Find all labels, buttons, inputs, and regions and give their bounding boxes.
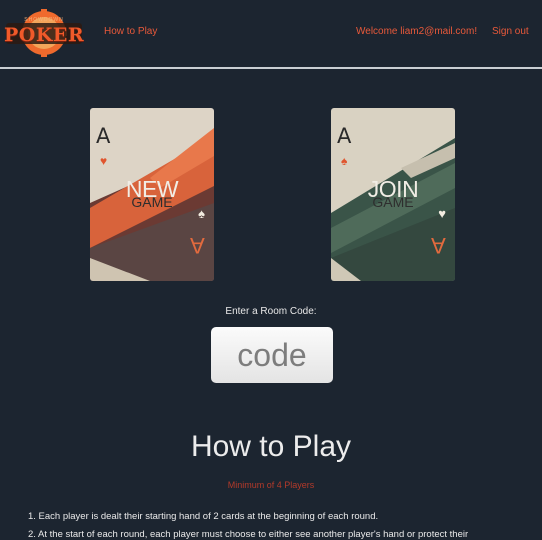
- card-rank-bottom: A: [190, 233, 205, 258]
- rule-item: 1. Each player is dealt their starting h…: [28, 511, 379, 522]
- min-players-note: Minimum of 4 Players: [227, 480, 315, 490]
- top-bar: SHOWDOWN POKER How to Play Welcome liam2…: [0, 0, 542, 66]
- new-card-subtitle: GAME: [131, 194, 173, 210]
- spade-icon: ♠: [341, 154, 348, 168]
- nav-how-to-play-link[interactable]: How to Play: [104, 26, 157, 37]
- heart-icon: ♥: [438, 206, 446, 221]
- logo-tagline: SHOWDOWN: [24, 17, 64, 23]
- welcome-user-link[interactable]: Welcome liam2@mail.com!: [356, 26, 477, 37]
- poker-logo[interactable]: SHOWDOWN POKER: [4, 8, 84, 58]
- header-divider: [0, 67, 542, 69]
- card-rank-bottom: A: [431, 233, 446, 258]
- join-game-card[interactable]: A ♠ JOIN GAME ♥ A: [331, 108, 455, 281]
- how-to-play-heading: How to Play: [190, 430, 352, 463]
- card-rank-top: A: [96, 124, 111, 148]
- join-card-subtitle: GAME: [372, 194, 414, 210]
- rule-item: 2. At the start of each round, each play…: [28, 529, 469, 540]
- sign-out-link[interactable]: Sign out: [492, 26, 529, 37]
- spade-icon: ♠: [198, 206, 205, 221]
- room-code-input[interactable]: [211, 327, 333, 383]
- heart-icon: ♥: [100, 154, 108, 168]
- page: SHOWDOWN POKER How to Play Welcome liam2…: [0, 0, 542, 540]
- card-rank-top: A: [337, 124, 352, 148]
- room-code-label: Enter a Room Code:: [225, 306, 317, 317]
- new-game-card[interactable]: A ♥ NEW GAME ♠ A: [90, 108, 214, 281]
- logo-wordmark: POKER: [4, 24, 85, 46]
